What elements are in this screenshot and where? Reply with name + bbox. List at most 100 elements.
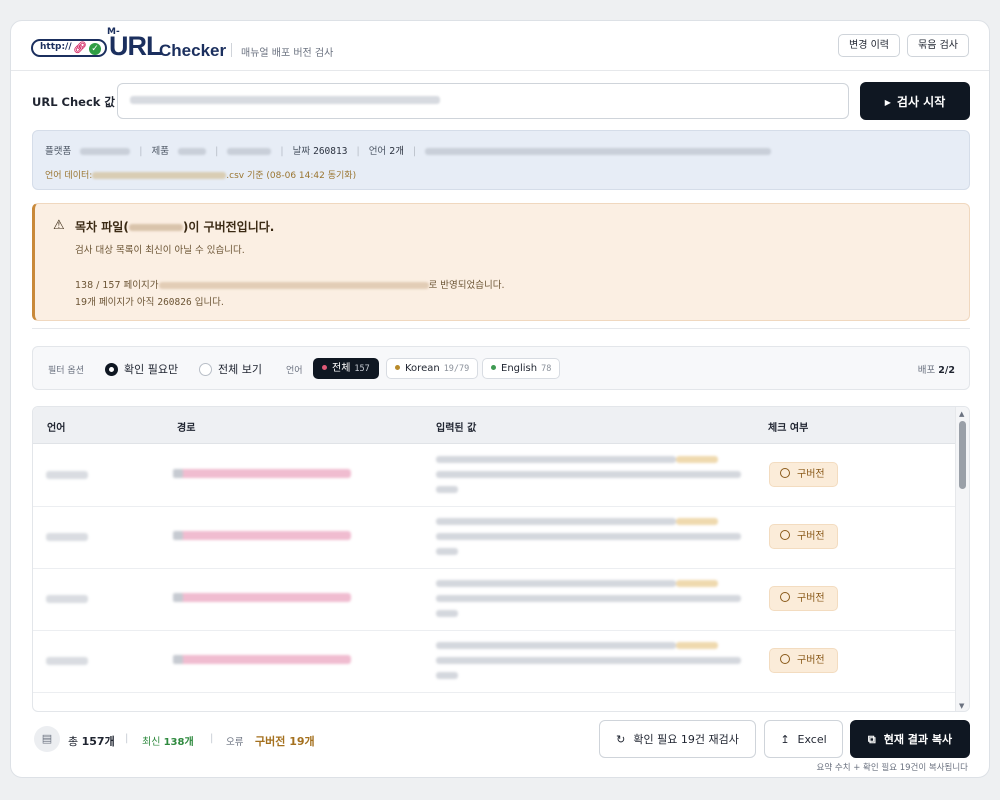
lang-data-suffix: .csv 기준 (08-06 14:42 동기화): [226, 171, 357, 181]
page-subtitle: 매뉴얼 배포 버전 검사: [241, 48, 334, 59]
warning-title-suffix: )이 구버전입니다.: [182, 220, 275, 234]
history-button[interactable]: 변경 이력: [838, 34, 900, 57]
redacted-version: [227, 148, 272, 155]
section-divider: [32, 328, 970, 329]
stat-new-label: 최신: [142, 737, 161, 748]
redacted-path-link[interactable]: [173, 531, 351, 540]
redacted-product: [178, 148, 207, 155]
chip-english[interactable]: English 78: [482, 358, 561, 379]
warning-line-3-prefix: 19개 페이지가 아직: [75, 297, 155, 308]
status-badge: 구버전: [769, 648, 838, 673]
start-check-button[interactable]: ▶ 검사 시작: [860, 82, 970, 120]
redacted-path-link[interactable]: [173, 469, 351, 478]
stat-total: 총 157개: [68, 733, 115, 749]
warning-line-2-prefix: 138 / 157 페이지가: [75, 280, 159, 291]
url-check-label: URL Check 값: [32, 95, 115, 109]
chip-english-label: English: [501, 363, 538, 374]
language-data-source: 언어 데이터: .csv 기준 (08-06 14:42 동기화): [45, 168, 356, 181]
table-row[interactable]: 구버전: [33, 569, 957, 631]
radio-show-all-label: 전체 보기: [218, 363, 262, 376]
logo-pill: http:// 🔗︎ ✓: [31, 39, 107, 57]
table-row[interactable]: 구버전: [33, 445, 957, 507]
info-summary: 플랫폼 | 제품 | | 날짜 260813 | 언어 2개 |: [45, 143, 772, 157]
table-scrollbar[interactable]: ▲ ▼: [955, 407, 969, 711]
status-badge-label: 구버전: [797, 531, 825, 542]
chip-dot-icon: [395, 365, 400, 370]
table-row[interactable]: 구버전: [33, 507, 957, 569]
redacted-platform: [80, 148, 131, 155]
redacted-input-value: [436, 456, 746, 501]
radio-needs-check[interactable]: 확인 필요만: [105, 361, 178, 377]
play-icon: ▶: [884, 97, 891, 107]
chip-dot-icon: [491, 365, 496, 370]
column-header-path: 경로: [177, 423, 196, 434]
scroll-up-icon[interactable]: ▲: [959, 410, 964, 418]
scroll-down-icon[interactable]: ▼: [959, 702, 964, 710]
warning-line-2-suffix: 로 반영되었습니다.: [428, 280, 505, 291]
language-filter-label: 언어: [286, 366, 303, 376]
warning-line-3: 19개 페이지가 아직 260826 입니다.: [75, 294, 224, 308]
chip-all[interactable]: 전체 157: [313, 358, 379, 379]
radio-show-all[interactable]: 전체 보기: [199, 361, 262, 377]
redacted-info: [425, 148, 772, 155]
chip-korean-label: Korean: [405, 363, 440, 374]
recheck-button[interactable]: ↻ 확인 필요 19건 재검사: [599, 720, 756, 758]
redacted-path-link[interactable]: [173, 655, 351, 664]
table-row[interactable]: 구버전: [33, 631, 957, 693]
chip-korean-count: 19/79: [443, 364, 470, 374]
redacted-language: [46, 657, 88, 665]
copy-results-button[interactable]: ⧉ 현재 결과 복사: [850, 720, 970, 758]
date-value: 260813: [313, 146, 348, 157]
scrollbar-thumb[interactable]: [959, 421, 966, 489]
status-badge: 구버전: [769, 586, 838, 611]
clock-icon: [780, 592, 790, 602]
header: http:// 🔗︎ ✓ M- URL Checker 매뉴얼 배포 버전 검사…: [11, 21, 989, 71]
language-label: 언어: [368, 146, 387, 157]
platform-label: 플랫폼: [45, 146, 72, 157]
clock-icon: [780, 530, 790, 540]
warning-line-3-code: 260826: [157, 297, 192, 308]
column-header-language: 언어: [47, 423, 66, 434]
chip-all-label: 전체: [332, 363, 351, 374]
logo-checker: Checker: [159, 41, 227, 60]
stat-old-label: 구버전: [255, 735, 286, 748]
excel-export-button[interactable]: ↥ Excel: [764, 720, 843, 758]
column-header-value: 입력된 값: [436, 423, 477, 434]
status-badge: 구버전: [769, 524, 838, 549]
deploy-status: 배포 2/2: [918, 362, 955, 376]
copy-note: 요약 수치 + 확인 필요 19건이 복사됩니다: [816, 763, 968, 773]
redacted-language: [46, 595, 88, 603]
logo: http:// 🔗︎ ✓ M- URL Checker: [31, 27, 226, 63]
link-icon: 🔗︎: [73, 41, 87, 54]
radio-unselected-icon: [199, 362, 212, 376]
stat-total-value: 157개: [81, 735, 115, 748]
stat-new-value: 138개: [163, 737, 194, 748]
stat-total-label: 총: [68, 735, 79, 748]
header-divider: [231, 43, 232, 57]
column-header-check-status: 체크 여부: [768, 423, 809, 434]
redacted-input-value: [436, 518, 746, 563]
deploy-value: 2/2: [938, 365, 955, 376]
start-check-label: 검사 시작: [896, 94, 946, 109]
logo-http: http://: [40, 42, 72, 52]
recheck-label: 확인 필요 19건 재검사: [633, 733, 739, 746]
radio-selected-icon: [105, 362, 118, 376]
redacted-input-value: [436, 642, 746, 687]
refresh-icon: ↻: [616, 733, 626, 746]
document-icon: ▤: [34, 726, 60, 752]
warning-line-2: 138 / 157 페이지가 로 반영되었습니다.: [75, 277, 504, 291]
batch-check-button[interactable]: 묶음 검사: [907, 34, 969, 57]
warning-line-1: 검사 대상 목록이 최신이 아닐 수 있습니다.: [75, 245, 245, 256]
stat-error-label: 오류: [226, 737, 244, 748]
check-icon: ✓: [89, 43, 101, 55]
warning-title-prefix: 목차 파일: [75, 220, 124, 234]
stat-old-value: 19개: [289, 735, 315, 748]
redacted-path-link[interactable]: [173, 593, 351, 602]
url-check-input[interactable]: [117, 83, 849, 119]
redacted-language: [46, 471, 88, 479]
chip-korean[interactable]: Korean 19/79: [386, 358, 479, 379]
results-table: 언어 경로 입력된 값 체크 여부 구버전 구버전 구버전 구버전 ▲ ▼: [32, 406, 970, 712]
deploy-label: 배포: [917, 365, 936, 376]
redacted-url: [130, 96, 440, 104]
status-badge-label: 구버전: [797, 593, 825, 604]
